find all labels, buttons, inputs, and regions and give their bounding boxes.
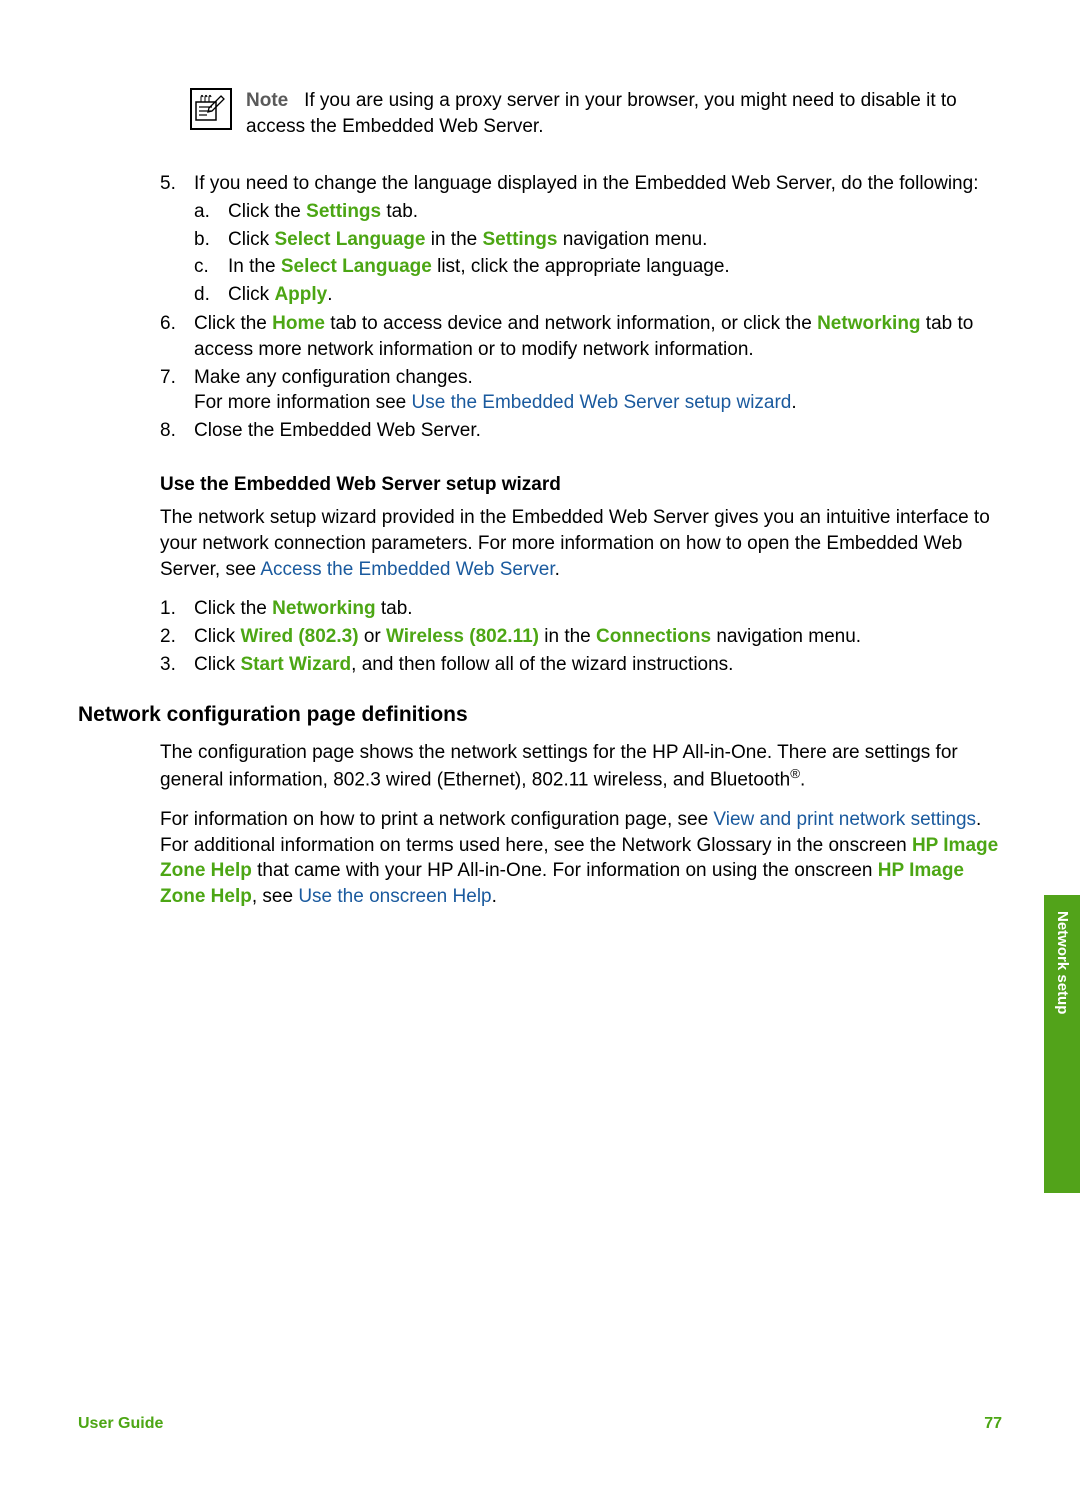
select-language-bold-2: Select Language <box>281 256 432 277</box>
definitions-para-2: For information on how to print a networ… <box>160 807 1002 910</box>
step-5b: b. Click Select Language in the Settings… <box>194 227 1002 253</box>
step-marker: 6. <box>160 311 194 362</box>
home-bold: Home <box>272 313 325 334</box>
note-icon <box>190 88 232 130</box>
networking-bold-2: Networking <box>272 598 375 619</box>
step-5d: d. Click Apply. <box>194 282 1002 308</box>
access-ews-link[interactable]: Access the Embedded Web Server <box>260 559 554 580</box>
wizard-step-2: 2. Click Wired (802.3) or Wireless (802.… <box>160 624 1002 650</box>
step-5c: c. In the Select Language list, click th… <box>194 254 1002 280</box>
settings-bold: Settings <box>306 201 381 222</box>
section-heading-definitions: Network configuration page definitions <box>78 701 1002 729</box>
footer-page-number: 77 <box>984 1413 1002 1435</box>
footer-left: User Guide <box>78 1413 163 1435</box>
step-5: 5. If you need to change the language di… <box>160 171 1002 309</box>
wizard-step-1: 1. Click the Networking tab. <box>160 596 1002 622</box>
step-6: 6. Click the Home tab to access device a… <box>160 311 1002 362</box>
connections-bold: Connections <box>596 626 711 647</box>
setup-wizard-link[interactable]: Use the Embedded Web Server setup wizard <box>412 392 792 413</box>
definitions-para-1: The configuration page shows the network… <box>160 740 1002 794</box>
step-5a: a. Click the Settings tab. <box>194 199 1002 225</box>
step-marker: 8. <box>160 418 194 444</box>
note-block: Note If you are using a proxy server in … <box>190 88 1002 139</box>
start-wizard-bold: Start Wizard <box>240 654 351 675</box>
apply-bold: Apply <box>274 284 327 305</box>
step-5-intro: If you need to change the language displ… <box>194 173 978 194</box>
wizard-intro-para: The network setup wizard provided in the… <box>160 505 1002 582</box>
wizard-steps-list: 1. Click the Networking tab. 2. Click Wi… <box>160 596 1002 677</box>
subheading-wizard: Use the Embedded Web Server setup wizard <box>160 472 1002 498</box>
select-language-bold: Select Language <box>274 229 425 250</box>
note-label: Note <box>246 90 288 111</box>
settings-bold-2: Settings <box>483 229 558 250</box>
view-print-link[interactable]: View and print network settings <box>713 809 976 830</box>
onscreen-help-link[interactable]: Use the onscreen Help <box>298 886 491 907</box>
step-5-sublist: a. Click the Settings tab. b. Click Sele… <box>194 199 1002 308</box>
wizard-step-3: 3. Click Start Wizard, and then follow a… <box>160 652 1002 678</box>
wired-bold: Wired (802.3) <box>240 626 358 647</box>
step-8: 8. Close the Embedded Web Server. <box>160 418 1002 444</box>
note-text: Note If you are using a proxy server in … <box>246 88 1002 139</box>
page-footer: User Guide 77 <box>78 1413 1002 1435</box>
step-marker: 5. <box>160 171 194 309</box>
side-tab: Network setup <box>1044 895 1080 1193</box>
note-body: If you are using a proxy server in your … <box>246 90 957 137</box>
step-marker: 7. <box>160 365 194 416</box>
networking-bold: Networking <box>817 313 920 334</box>
main-steps-list: 5. If you need to change the language di… <box>160 171 1002 443</box>
step-7: 7. Make any configuration changes. For m… <box>160 365 1002 416</box>
wireless-bold: Wireless (802.11) <box>386 626 539 647</box>
